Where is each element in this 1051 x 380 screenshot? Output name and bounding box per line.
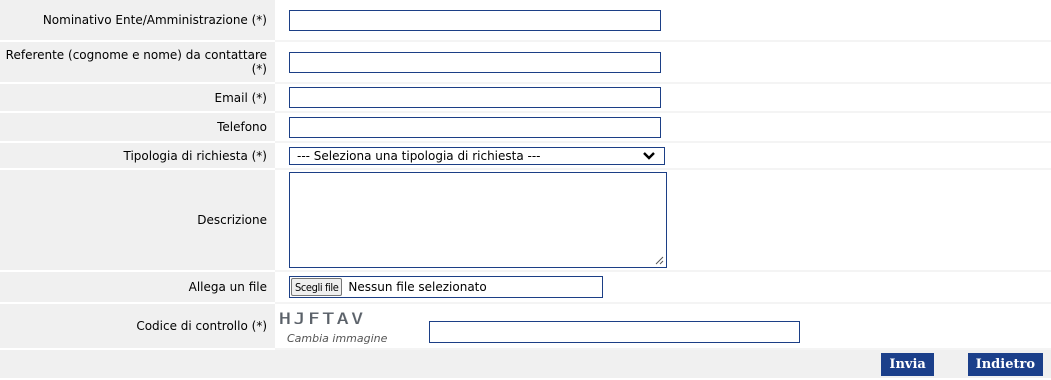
form-row-telefono: Telefono [0, 112, 1051, 143]
telefono-input[interactable] [289, 116, 661, 138]
telefono-label: Telefono [0, 112, 275, 143]
file-input[interactable]: Scegli file Nessun file selezionato [289, 276, 603, 298]
email-input[interactable] [289, 87, 661, 108]
indietro-button[interactable]: Indietro [967, 352, 1043, 376]
tipologia-select[interactable]: --- Seleziona una tipologia di richiesta… [289, 146, 665, 165]
allega-label: Allega un file [0, 271, 275, 304]
form-actions-row: Invia Indietro [0, 349, 1051, 378]
captcha-group: HJFTAV Cambia immagine [279, 308, 1051, 345]
descrizione-label: Descrizione [0, 169, 275, 272]
tipologia-selected-value: --- Seleziona una tipologia di richiesta… [297, 148, 541, 163]
captcha-input[interactable] [429, 320, 800, 343]
chevron-down-icon [643, 151, 655, 160]
form-row-codice: Codice di controllo (*) HJFTAV Cambia im… [0, 303, 1051, 350]
tipologia-label: Tipologia di richiesta (*) [0, 142, 275, 170]
form-row-referente: Referente (cognome e nome) da contattare… [0, 41, 1051, 84]
change-image-link[interactable]: Cambia immagine [287, 332, 421, 345]
descrizione-textarea[interactable] [289, 172, 667, 268]
form-row-email: Email (*) [0, 83, 1051, 113]
email-label: Email (*) [0, 83, 275, 113]
codice-label: Codice di controllo (*) [0, 303, 275, 350]
file-status-text: Nessun file selezionato [348, 280, 487, 294]
resize-handle-icon[interactable] [654, 255, 664, 265]
form-row-allega: Allega un file Scegli file Nessun file s… [0, 271, 1051, 304]
referente-label: Referente (cognome e nome) da contattare… [0, 41, 275, 84]
form-row-tipologia: Tipologia di richiesta (*) --- Seleziona… [0, 142, 1051, 170]
captcha-image: HJFTAV [279, 309, 366, 328]
invia-button[interactable]: Invia [881, 352, 934, 376]
form-row-descrizione: Descrizione [0, 169, 1051, 272]
choose-file-button[interactable]: Scegli file [291, 278, 343, 296]
referente-input[interactable] [289, 51, 661, 73]
request-form: Nominativo Ente/Amministrazione (*) Refe… [0, 0, 1051, 378]
ente-label: Nominativo Ente/Amministrazione (*) [0, 0, 275, 42]
form-row-ente: Nominativo Ente/Amministrazione (*) [0, 0, 1051, 42]
ente-input[interactable] [289, 9, 661, 31]
